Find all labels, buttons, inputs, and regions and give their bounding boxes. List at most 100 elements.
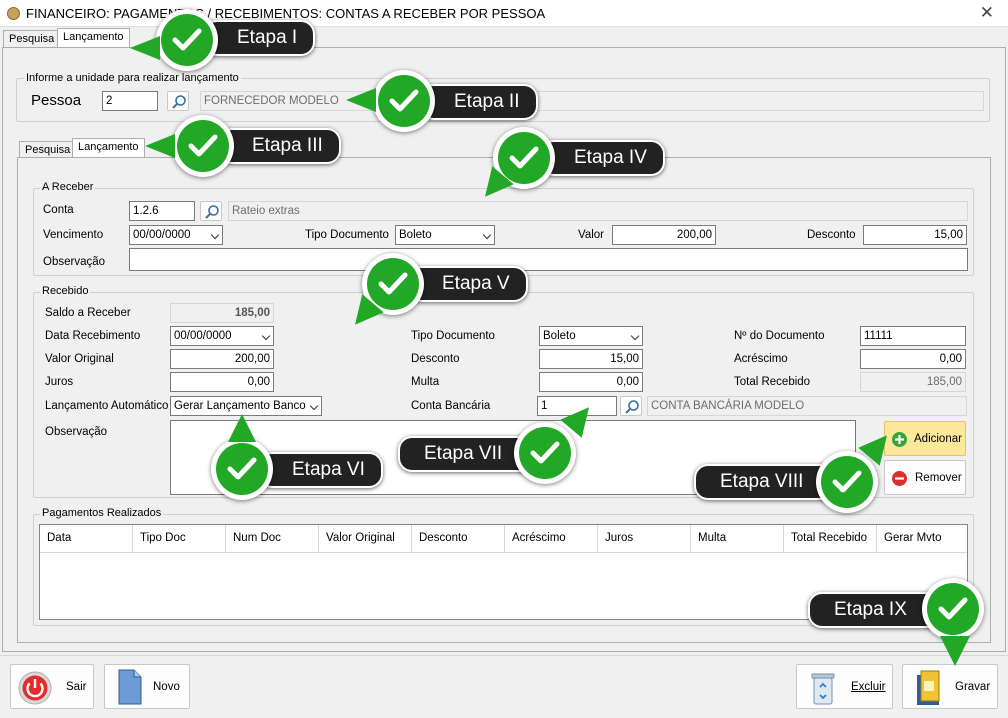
app-icon (7, 7, 20, 20)
lancamento-automatico-select[interactable]: Gerar Lançamento Banco (170, 396, 322, 416)
recebido-tipo-documento-value: Boleto (543, 330, 576, 342)
observacao-input[interactable] (129, 248, 968, 271)
novo-label: Novo (153, 681, 180, 693)
step-badge-1: Etapa I (203, 20, 316, 56)
checkmark-icon (172, 115, 234, 177)
valor-original-input[interactable]: 200,00 (170, 349, 274, 369)
numero-documento-input[interactable]: 11111 (860, 326, 966, 346)
step-pointer-3 (145, 134, 175, 158)
pessoa-label: Pessoa (31, 92, 82, 109)
step-label-5: Etapa V (442, 273, 510, 294)
step-label-7: Etapa VII (424, 443, 503, 464)
search-icon (625, 400, 639, 414)
sair-button[interactable]: Sair (10, 664, 94, 709)
new-document-icon (118, 669, 142, 705)
tipo-documento-select[interactable]: Boleto (395, 225, 495, 245)
checkmark-icon (514, 422, 576, 484)
conta-search-button[interactable] (200, 201, 222, 221)
multa-label: Multa (411, 376, 440, 388)
trash-icon (811, 673, 835, 705)
acrescimo-input[interactable]: 0,00 (860, 349, 966, 369)
col-num-doc[interactable]: Num Doc (226, 525, 319, 552)
tipo-documento-value: Boleto (399, 229, 432, 241)
juros-input[interactable]: 0,00 (170, 372, 274, 392)
inner-tab-lancamento[interactable]: Lançamento (72, 138, 145, 158)
lancamento-automatico-label: Lançamento Automático (45, 400, 169, 412)
recebido-desconto-input[interactable]: 15,00 (539, 349, 643, 369)
conta-label: Conta (43, 204, 74, 216)
recebido-observacao-label: Observação (45, 426, 108, 438)
desconto-label: Desconto (807, 229, 856, 241)
search-icon (172, 95, 186, 109)
outer-tab-pesquisa[interactable]: Pesquisa (3, 30, 61, 48)
checkmark-icon (211, 438, 273, 500)
col-desconto[interactable]: Desconto (412, 525, 505, 552)
vencimento-date-picker[interactable]: 00/00/0000 (129, 225, 223, 245)
save-folder-icon (917, 670, 940, 705)
tipo-documento-label: Tipo Documento (305, 229, 389, 241)
calendar-chevron-icon (261, 331, 271, 341)
step-label-2: Etapa II (454, 91, 520, 112)
step-label-6: Etapa VI (292, 459, 365, 480)
recebido-tipo-documento-label: Tipo Documento (411, 330, 495, 342)
col-tipo-doc[interactable]: Tipo Doc (133, 525, 226, 552)
vencimento-value: 00/00/0000 (133, 229, 191, 241)
gravar-button[interactable]: Gravar (902, 664, 998, 709)
step-badge-6: Etapa VI (258, 452, 383, 488)
desconto-input[interactable]: 15,00 (863, 225, 967, 245)
pessoa-code-input[interactable]: 2 (102, 91, 158, 111)
total-recebido-label: Total Recebido (734, 376, 811, 388)
window-title: FINANCEIRO: PAGAMENTOS / RECEBIMENTOS: C… (26, 6, 546, 21)
vencimento-label: Vencimento (43, 229, 104, 241)
step-pointer-9 (940, 636, 970, 666)
col-data[interactable]: Data (40, 525, 133, 552)
checkmark-icon (816, 451, 878, 513)
adicionar-button[interactable]: Adicionar (884, 421, 966, 456)
chevron-down-icon (309, 401, 319, 411)
novo-button[interactable]: Novo (104, 664, 190, 709)
power-icon (18, 671, 52, 705)
valor-input[interactable]: 200,00 (612, 225, 716, 245)
step-badge-4: Etapa IV (540, 140, 665, 176)
conta-input[interactable]: 1.2.6 (129, 201, 195, 221)
gravar-label: Gravar (955, 681, 991, 693)
search-icon (205, 205, 219, 219)
conta-bancaria-search-button[interactable] (620, 396, 642, 416)
sair-label: Sair (66, 681, 87, 693)
checkmark-icon (156, 9, 218, 71)
step-badge-3: Etapa III (218, 128, 341, 164)
col-gerar-mvto[interactable]: Gerar Mvto (877, 525, 967, 552)
chevron-down-icon (210, 230, 220, 240)
step-label-3: Etapa III (252, 135, 323, 156)
title-bar: FINANCEIRO: PAGAMENTOS / RECEBIMENTOS: C… (0, 0, 1008, 27)
lancamento-automatico-value: Gerar Lançamento Banco (174, 400, 306, 412)
close-icon[interactable]: ✕ (980, 3, 994, 23)
unit-legend: Informe a unidade para realizar lançamen… (24, 72, 241, 84)
chevron-down-icon (630, 331, 640, 341)
total-recebido-field: 185,00 (860, 372, 966, 392)
step-label-9: Etapa IX (834, 599, 907, 620)
excluir-button[interactable]: Excluir (796, 664, 893, 709)
a-receber-legend: A Receber (40, 181, 96, 193)
col-acrescimo[interactable]: Acréscimo (505, 525, 598, 552)
data-recebimento-picker[interactable]: 00/00/0000 (170, 326, 274, 346)
col-juros[interactable]: Juros (598, 525, 691, 552)
adicionar-label: Adicionar (914, 433, 962, 445)
observacao-label: Observação (43, 256, 106, 268)
pessoa-name-field: FORNECEDOR MODELO (200, 91, 984, 111)
remover-label: Remover (915, 472, 962, 484)
multa-input[interactable]: 0,00 (539, 372, 643, 392)
col-total-recebido[interactable]: Total Recebido (784, 525, 877, 552)
col-multa[interactable]: Multa (691, 525, 784, 552)
outer-tab-lancamento[interactable]: Lançamento (57, 28, 130, 48)
data-recebimento-value: 00/00/0000 (174, 330, 232, 342)
recebido-tipo-documento-select[interactable]: Boleto (539, 326, 643, 346)
col-valor-original[interactable]: Valor Original (319, 525, 412, 552)
numero-documento-label: Nº do Documento (734, 330, 825, 342)
pessoa-search-button[interactable] (167, 91, 189, 111)
step-badge-2: Etapa II (420, 84, 538, 120)
data-recebimento-label: Data Recebimento (45, 330, 141, 342)
remover-button[interactable]: Remover (884, 460, 966, 495)
excluir-label: Excluir (851, 681, 886, 693)
conta-bancaria-desc-field: CONTA BANCÁRIA MODELO (647, 396, 967, 416)
